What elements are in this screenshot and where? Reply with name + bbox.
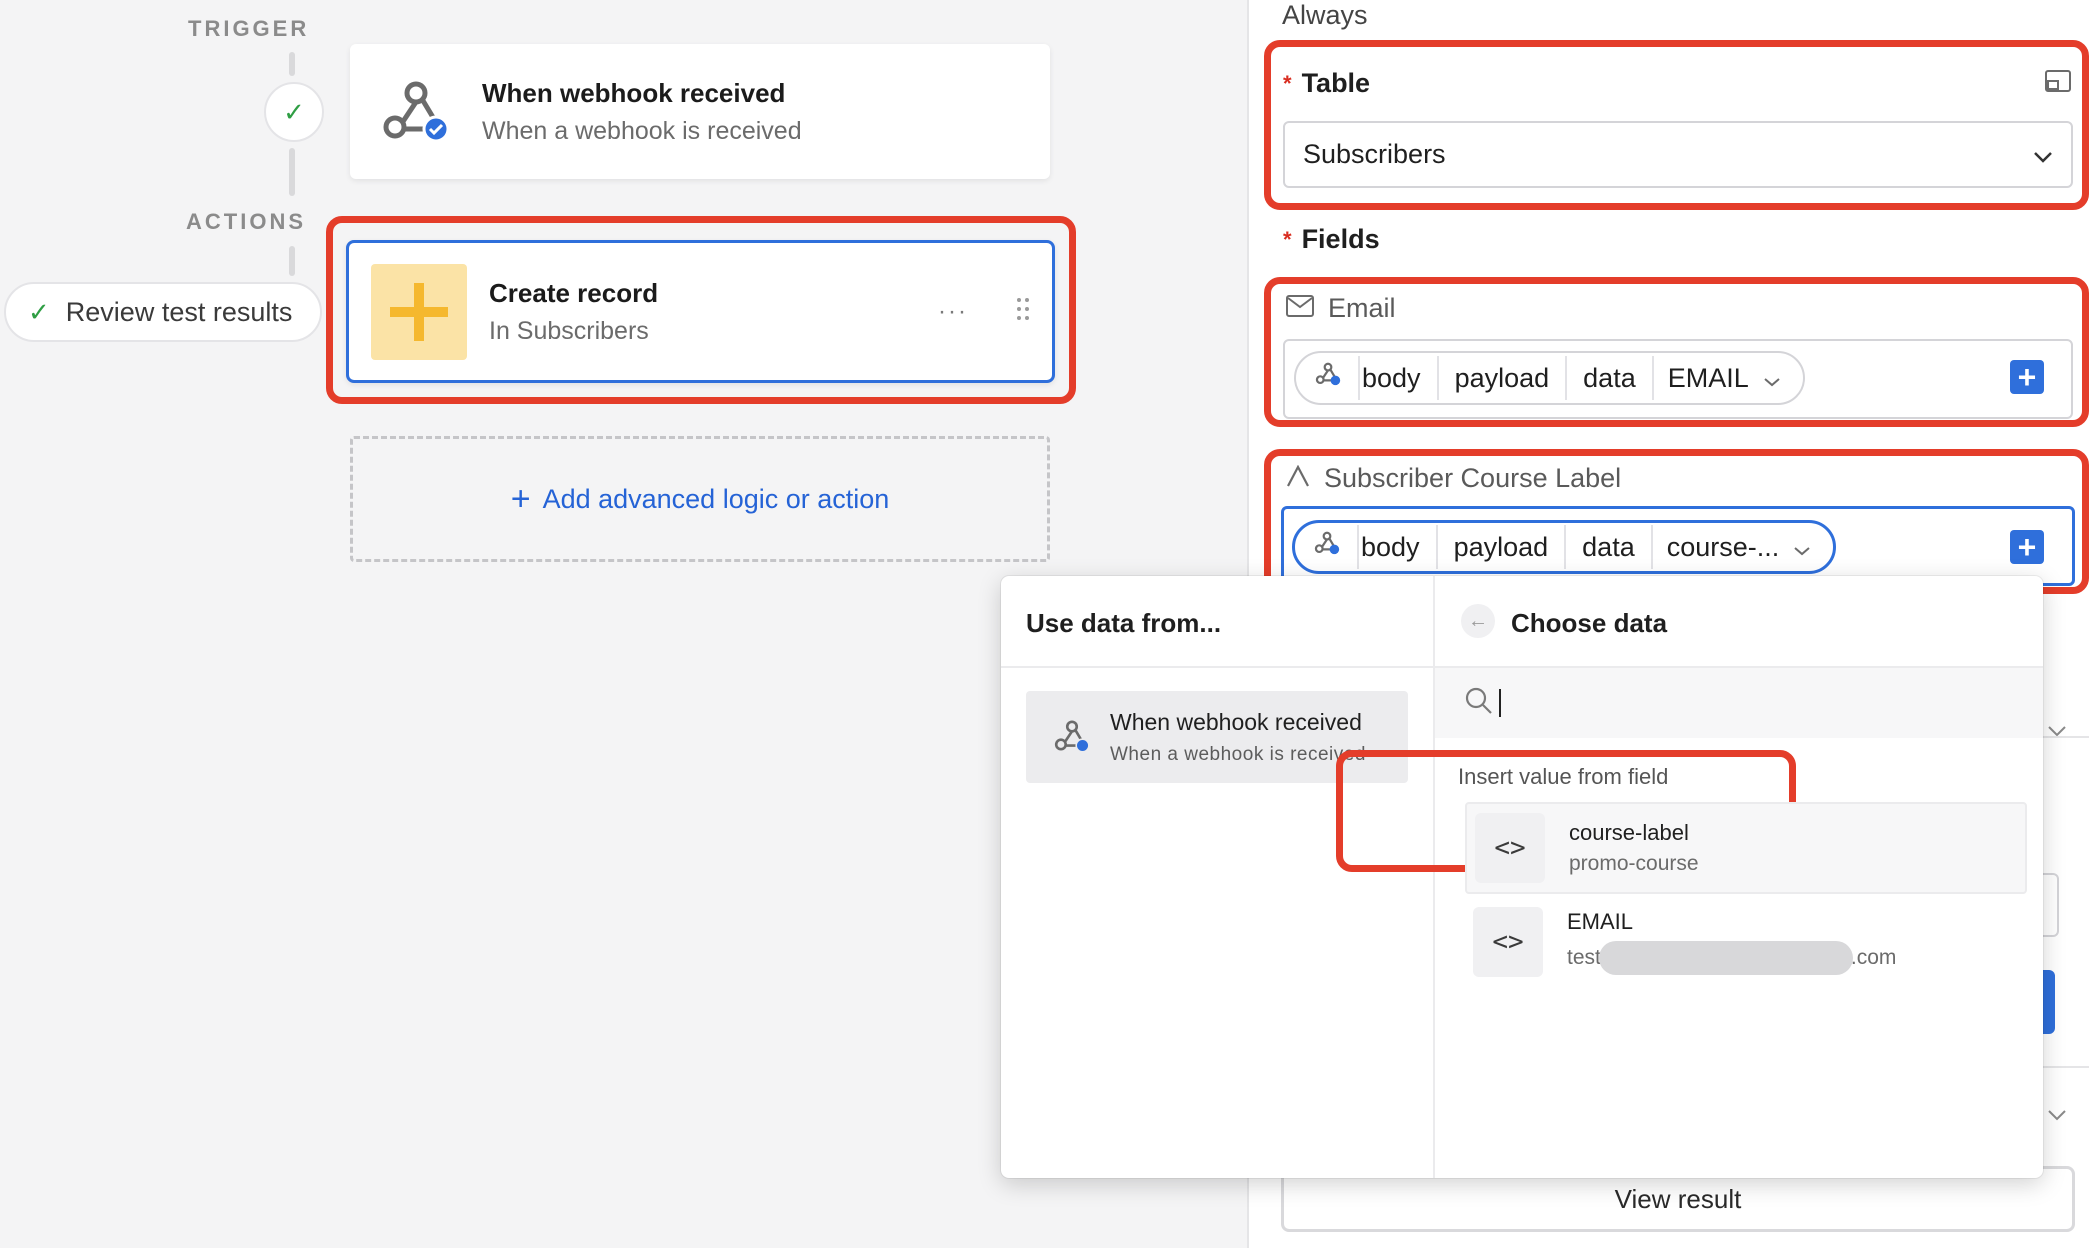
trigger-title: When webhook received: [482, 77, 786, 108]
more-options-icon[interactable]: ···: [938, 298, 968, 326]
timeline-connector: [289, 246, 295, 276]
create-record-card[interactable]: Create record In Subscribers ···: [346, 240, 1055, 383]
trigger-status-check: ✓: [264, 82, 324, 142]
code-icon: <>: [1475, 813, 1545, 883]
data-source-subtitle: When a webhook is received: [1110, 743, 1366, 765]
data-field-item[interactable]: <> course-label promo-course: [1465, 802, 2027, 894]
table-label: * Table: [1283, 68, 1370, 99]
plus-icon: +: [510, 479, 531, 518]
actions-section-label: ACTIONS: [186, 209, 306, 234]
add-token-button[interactable]: +: [2010, 530, 2044, 564]
fields-label: * Fields: [1283, 224, 1380, 255]
token-segment: payload: [1438, 525, 1567, 569]
webhook-icon: [1310, 356, 1360, 400]
trigger-card[interactable]: When webhook received When a webhook is …: [350, 44, 1050, 179]
mail-icon: [1286, 293, 1314, 324]
trigger-section-label: TRIGGER: [188, 16, 310, 41]
email-field-label: Email: [1286, 293, 1396, 324]
data-source-title: When webhook received: [1110, 708, 1362, 735]
timeline-connector: [289, 148, 295, 196]
value-suffix: .com: [1850, 946, 1897, 969]
back-arrow-icon[interactable]: ←: [1461, 604, 1495, 638]
token-segment: payload: [1439, 356, 1568, 400]
table-select[interactable]: Subscribers: [1283, 121, 2073, 188]
required-marker: *: [1283, 70, 1292, 96]
chevron-down-icon[interactable]: [2047, 1108, 2067, 1126]
chevron-down-icon: [2033, 139, 2053, 170]
add-action-label: Add advanced logic or action: [542, 483, 890, 514]
code-icon: <>: [1473, 907, 1543, 977]
token-segment: body: [1360, 356, 1439, 400]
review-label: Review test results: [65, 296, 293, 327]
course-token-chip[interactable]: body payload data course-...: [1292, 520, 1837, 574]
data-field-value: test .com: [1567, 941, 1896, 975]
review-test-results-button[interactable]: ✓ Review test results: [4, 282, 322, 342]
insert-value-label: Insert value from field: [1458, 764, 1669, 789]
choose-data-heading: Choose data: [1511, 608, 1668, 638]
data-field-title: course-label: [1569, 820, 1689, 845]
trigger-subtitle: When a webhook is received: [482, 116, 802, 145]
webhook-icon: [1309, 525, 1359, 569]
search-bar[interactable]: [1435, 668, 2043, 738]
chevron-down-icon[interactable]: [2047, 724, 2067, 742]
token-segment: course-...: [1666, 531, 1780, 562]
chevron-down-icon[interactable]: [1793, 532, 1811, 563]
table-select-value: Subscribers: [1303, 139, 1446, 169]
value-prefix: test: [1567, 946, 1601, 969]
required-marker: *: [1283, 226, 1292, 252]
token-segment-last: course-...: [1653, 532, 1826, 563]
plus-icon: [371, 263, 467, 360]
course-label-text: Subscriber Course Label: [1324, 463, 1622, 493]
webhook-icon: [1052, 715, 1092, 760]
token-segment: data: [1567, 356, 1654, 400]
webhook-icon: [378, 71, 454, 152]
expand-icon[interactable]: [2045, 70, 2071, 97]
data-picker-popup: Use data from... When webhook received W…: [1001, 576, 2043, 1178]
chevron-down-icon[interactable]: [1763, 363, 1781, 394]
token-segment-last: EMAIL: [1654, 363, 1795, 394]
action-subtitle: In Subscribers: [489, 316, 649, 345]
check-icon: ✓: [28, 296, 50, 327]
data-field-item[interactable]: <> EMAIL test .com: [1465, 896, 2027, 988]
text-type-icon: [1286, 463, 1310, 494]
search-icon: [1465, 687, 1493, 720]
data-field-title: EMAIL: [1567, 909, 1634, 934]
check-icon: ✓: [283, 96, 305, 127]
data-field-value: promo-course: [1569, 852, 1699, 875]
condition-text: Always: [1282, 0, 1368, 30]
token-segment: EMAIL: [1667, 362, 1749, 393]
token-segment: body: [1359, 525, 1438, 569]
fields-label-text: Fields: [1301, 224, 1380, 254]
add-token-button[interactable]: +: [2010, 360, 2044, 394]
course-field-label: Subscriber Course Label: [1286, 463, 1621, 494]
email-token-chip[interactable]: body payload data EMAIL: [1294, 351, 1805, 405]
redacted-text: [1598, 941, 1853, 975]
add-action-button[interactable]: + Add advanced logic or action: [350, 436, 1050, 562]
timeline-connector: [289, 52, 295, 76]
action-title: Create record: [489, 277, 659, 308]
email-label-text: Email: [1328, 293, 1396, 323]
search-input[interactable]: [1499, 689, 1899, 717]
use-data-heading: Use data from...: [1026, 608, 1222, 638]
drag-handle-icon[interactable]: [1016, 297, 1030, 326]
token-segment: data: [1566, 525, 1653, 569]
table-label-text: Table: [1301, 68, 1371, 98]
